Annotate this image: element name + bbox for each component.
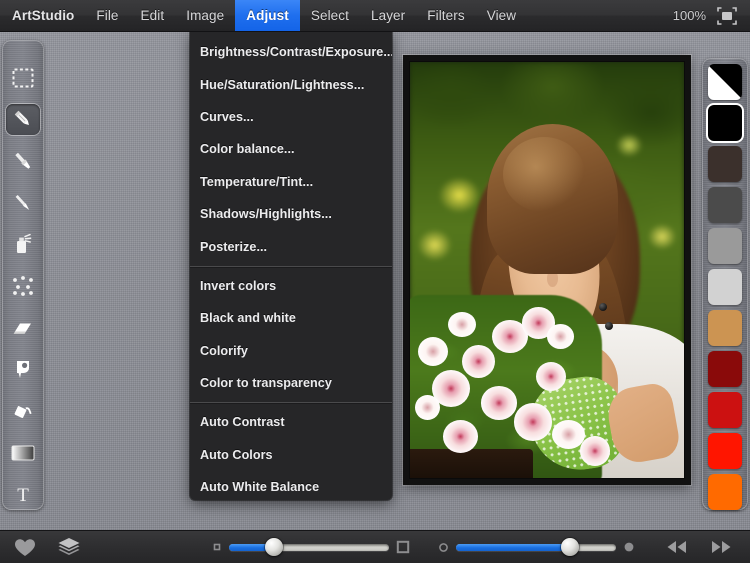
menu-separator (190, 402, 392, 404)
pencil-icon[interactable] (6, 103, 40, 136)
swatch-tan[interactable] (708, 310, 742, 346)
color-palette (702, 58, 748, 510)
flower-pot (410, 448, 534, 478)
fit-to-screen-icon[interactable] (716, 5, 738, 27)
menu-option-colorify[interactable]: Colorify (190, 335, 392, 367)
menu-view[interactable]: View (476, 0, 527, 31)
smudge-icon[interactable] (6, 353, 40, 385)
menu-option-color-balance[interactable]: Color balance... (190, 133, 392, 165)
text-tool-icon[interactable]: T (6, 478, 40, 510)
redo-fastforward-icon[interactable] (706, 535, 736, 559)
large-circle-icon (623, 541, 635, 553)
opacity-fill (456, 543, 570, 551)
swatch-mid-gray[interactable] (708, 228, 742, 264)
history-controls (662, 535, 750, 559)
flower (536, 361, 567, 391)
swatch-orange[interactable] (708, 474, 742, 510)
necklace-bead (604, 322, 613, 330)
rectangular-marquee-icon[interactable] (6, 62, 40, 94)
photo-content (409, 61, 685, 479)
heart-icon[interactable] (10, 535, 40, 559)
menu-option-auto-contrast[interactable]: Auto Contrast (190, 406, 392, 438)
small-square-icon (212, 542, 222, 552)
zoom-level-label: 100% (672, 8, 706, 23)
menu-option-brightness-contrast-exposure[interactable]: Brightness/Contrast/Exposure... (190, 36, 392, 68)
layers-icon[interactable] (54, 535, 84, 559)
adjust-dropdown-menu: Brightness/Contrast/Exposure... Hue/Satu… (190, 32, 392, 500)
menu-option-color-to-transparency[interactable]: Color to transparency (190, 367, 392, 399)
menu-option-auto-white-balance[interactable]: Auto White Balance (190, 471, 392, 500)
swatch-crimson[interactable] (708, 392, 742, 428)
menu-select[interactable]: Select (300, 0, 360, 31)
menu-option-invert-colors[interactable]: Invert colors (190, 270, 392, 302)
menu-option-black-and-white[interactable]: Black and white (190, 302, 392, 334)
menu-separator (190, 265, 392, 267)
menu-edit[interactable]: Edit (130, 0, 176, 31)
menu-bar-right-group: 100% (673, 0, 750, 31)
small-circle-icon (438, 542, 449, 553)
gradient-icon[interactable] (6, 437, 40, 469)
swatch-dark-red[interactable] (708, 351, 742, 387)
menu-option-curves[interactable]: Curves... (190, 101, 392, 133)
undo-rewind-icon[interactable] (662, 535, 692, 559)
image-canvas[interactable] (403, 55, 691, 485)
flower (514, 403, 553, 441)
opacity-slider[interactable] (438, 538, 635, 556)
hair-highlight (503, 136, 586, 212)
flower (418, 336, 449, 366)
flower (481, 386, 517, 420)
menu-option-auto-colors[interactable]: Auto Colors (190, 439, 392, 471)
paintbrush-icon[interactable] (6, 145, 40, 177)
menu-layer[interactable]: Layer (360, 0, 416, 31)
menu-option-hue-saturation-lightness[interactable]: Hue/Saturation/Lightness... (190, 68, 392, 100)
swatch-dark-gray[interactable] (708, 187, 742, 223)
flower (448, 311, 476, 337)
brush-size-knob[interactable] (264, 538, 283, 556)
svg-text:T: T (17, 485, 29, 505)
opacity-track[interactable] (456, 538, 616, 556)
flower (579, 436, 610, 466)
menu-bar: ArtStudio File Edit Image Adjust Select … (0, 0, 750, 32)
brush-size-track[interactable] (229, 538, 389, 556)
menu-image[interactable]: Image (175, 0, 235, 31)
swatch-light-gray[interactable] (708, 269, 742, 305)
flower (462, 344, 495, 379)
brush-icon[interactable] (6, 187, 40, 219)
swatch-dark-brown[interactable] (708, 146, 742, 182)
artstudio-app-window: ArtStudio File Edit Image Adjust Select … (0, 0, 750, 563)
flower (415, 394, 441, 420)
menu-option-shadows-highlights[interactable]: Shadows/Highlights... (190, 198, 392, 230)
menu-file[interactable]: File (85, 0, 129, 31)
spray-can-icon[interactable] (6, 229, 40, 261)
tools-palette: T (2, 40, 44, 510)
menu-option-posterize[interactable]: Posterize... (190, 230, 392, 262)
brush-size-slider[interactable] (212, 538, 410, 556)
menu-option-temperature-tint[interactable]: Temperature/Tint... (190, 166, 392, 198)
swatch-red[interactable] (708, 433, 742, 469)
eraser-icon[interactable] (6, 312, 40, 344)
menu-artstudio[interactable]: ArtStudio (0, 0, 85, 31)
swatch-black-white[interactable] (708, 64, 742, 100)
swatch-black[interactable] (708, 105, 742, 141)
menu-filters[interactable]: Filters (416, 0, 475, 31)
dots-pattern-icon[interactable] (6, 270, 40, 302)
paint-bucket-icon[interactable] (6, 395, 40, 427)
large-square-icon (396, 540, 410, 554)
opacity-knob[interactable] (560, 538, 579, 556)
menu-adjust[interactable]: Adjust (235, 0, 300, 31)
bottom-toolbar (0, 530, 750, 563)
